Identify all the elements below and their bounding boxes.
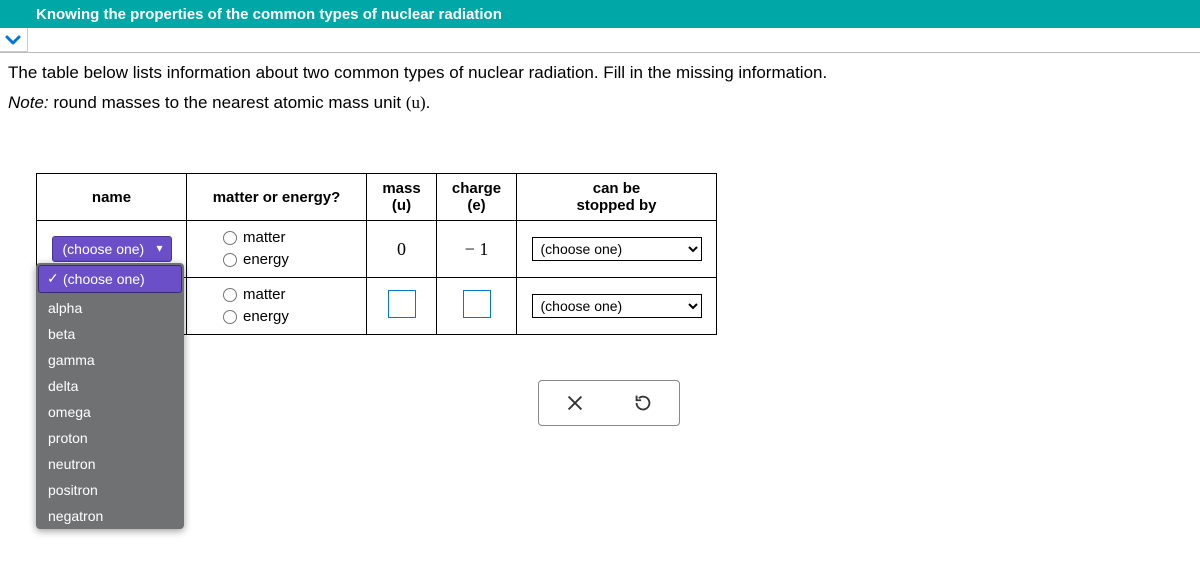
matter-energy-cell-1: matter energy — [187, 221, 367, 278]
expand-toggle[interactable] — [0, 28, 28, 52]
stop-cell-1: (choose one) — [517, 221, 717, 278]
dropdown-option[interactable]: negatron — [36, 503, 184, 529]
name-dropdown-panel[interactable]: (choose one) alpha beta gamma delta omeg… — [36, 263, 184, 529]
mass-input-2[interactable] — [388, 290, 416, 318]
radio-matter-2[interactable]: matter — [223, 284, 356, 306]
note-text: round masses to the nearest atomic mass … — [49, 93, 406, 112]
charge-input-2[interactable] — [463, 290, 491, 318]
col-header-mass-top: mass — [377, 180, 426, 197]
charge-cell-2 — [437, 278, 517, 335]
question-content: The table below lists information about … — [0, 52, 1200, 335]
dropdown-option[interactable]: neutron — [36, 451, 184, 477]
dropdown-option[interactable]: positron — [36, 477, 184, 503]
radio-energy-2[interactable]: energy — [223, 306, 356, 328]
col-header-stop-bot: stopped by — [527, 197, 706, 214]
col-header-stop: can be stopped by — [517, 174, 717, 221]
col-header-charge-top: charge — [447, 180, 506, 197]
action-bar — [538, 380, 680, 426]
radio-energy-2-input[interactable] — [223, 310, 237, 324]
note-label: Note: — [8, 93, 49, 112]
radio-matter-1-input[interactable] — [223, 231, 237, 245]
note-u: (u) — [406, 93, 426, 112]
stop-select-1[interactable]: (choose one) — [532, 237, 702, 261]
radio-energy-1-input[interactable] — [223, 253, 237, 267]
col-header-mass: mass (u) — [367, 174, 437, 221]
col-header-mass-bot: (u) — [377, 197, 426, 214]
matter-energy-cell-2: matter energy — [187, 278, 367, 335]
prompt-text: The table below lists information about … — [6, 63, 1188, 83]
dropdown-option[interactable]: alpha — [36, 295, 184, 321]
close-icon — [564, 392, 586, 414]
stop-cell-2: (choose one) — [517, 278, 717, 335]
reset-button[interactable] — [629, 389, 657, 417]
dropdown-option[interactable]: omega — [36, 399, 184, 425]
radio-matter-1[interactable]: matter — [223, 227, 356, 249]
dropdown-option-selected[interactable]: (choose one) — [38, 265, 182, 293]
lesson-topbar: Knowing the properties of the common typ… — [0, 0, 1200, 28]
radio-energy-1[interactable]: energy — [223, 249, 356, 271]
dropdown-option[interactable]: delta — [36, 373, 184, 399]
table-wrap: name matter or energy? mass (u) charge (… — [36, 173, 1188, 335]
radio-matter-1-label: matter — [243, 227, 286, 249]
stop-select-2[interactable]: (choose one) — [532, 294, 702, 318]
radio-matter-2-label: matter — [243, 284, 286, 306]
mass-cell-1: 0 — [367, 221, 437, 278]
note-tail: . — [426, 93, 431, 112]
radio-energy-2-label: energy — [243, 306, 289, 328]
col-header-matter-energy: matter or energy? — [187, 174, 367, 221]
mass-cell-2 — [367, 278, 437, 335]
chevron-down-icon — [5, 34, 21, 46]
charge-cell-1: − 1 — [437, 221, 517, 278]
col-header-name: name — [37, 174, 187, 221]
lesson-title: Knowing the properties of the common typ… — [36, 6, 502, 23]
col-header-charge-bot: (e) — [447, 197, 506, 214]
dropdown-option[interactable]: gamma — [36, 347, 184, 373]
col-header-charge: charge (e) — [437, 174, 517, 221]
radio-matter-2-input[interactable] — [223, 288, 237, 302]
close-button[interactable] — [561, 389, 589, 417]
reset-icon — [632, 392, 654, 414]
note-line: Note: round masses to the nearest atomic… — [6, 93, 1188, 113]
dropdown-option[interactable]: beta — [36, 321, 184, 347]
radio-energy-1-label: energy — [243, 249, 289, 271]
col-header-stop-top: can be — [527, 180, 706, 197]
dropdown-option[interactable]: proton — [36, 425, 184, 451]
name-dropdown-1[interactable]: (choose one) — [52, 236, 172, 262]
